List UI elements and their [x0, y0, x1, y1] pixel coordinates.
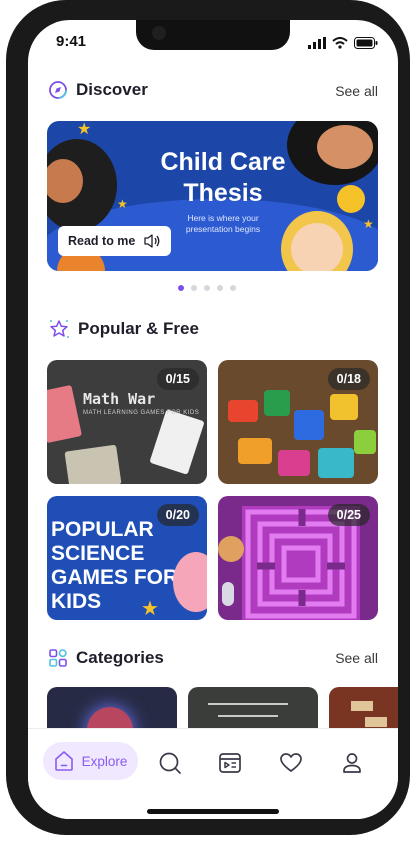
game-card-science[interactable]: POPULAR SCIENCE GAMES FOR KIDS ★ 0/20 [47, 496, 207, 620]
hero-banner[interactable]: ★ ★ ★ Child Care Thesis Here is where yo… [47, 121, 378, 271]
home-indicator [147, 809, 279, 814]
bottom-nav: Explore [28, 728, 398, 819]
game-card-puzzle[interactable]: 0/18 [218, 360, 378, 484]
heart-icon[interactable] [279, 751, 303, 775]
categories-see-all-link[interactable]: See all [335, 650, 378, 666]
carousel-dot[interactable] [178, 285, 184, 291]
discover-header: Discover [48, 80, 148, 100]
profile-icon[interactable] [340, 751, 364, 775]
signal-icon [308, 37, 326, 49]
notch [136, 20, 290, 50]
star-icon [50, 320, 69, 338]
app-screen: 9:41 Discover See all ★ ★ ★ Child Care T… [28, 20, 398, 819]
compass-icon [49, 81, 67, 99]
progress-badge: 0/25 [327, 504, 370, 526]
battery-icon [354, 37, 378, 49]
game-card-maze[interactable]: 0/25 [218, 496, 378, 620]
phone-frame: 9:41 Discover See all ★ ★ ★ Child Care T… [6, 0, 410, 835]
progress-badge: 0/15 [156, 368, 199, 390]
card-title: Math War [83, 390, 156, 408]
discover-see-all-link[interactable]: See all [335, 83, 378, 99]
discover-title: Discover [76, 80, 148, 99]
carousel-dot[interactable] [204, 285, 210, 291]
nav-explore-label: Explore [81, 753, 128, 769]
carousel-dots[interactable] [178, 285, 236, 291]
read-to-me-button[interactable]: Read to me [58, 226, 172, 256]
speaker-icon [144, 234, 160, 248]
categories-header: Categories [48, 648, 164, 668]
carousel-dot[interactable] [217, 285, 223, 291]
grid-icon [49, 649, 67, 667]
popular-header: Popular & Free [48, 318, 199, 340]
home-icon [54, 751, 73, 771]
card-title: POPULAR SCIENCE GAMES FOR KIDS [51, 518, 179, 613]
status-time: 9:41 [56, 33, 87, 50]
carousel-dot[interactable] [191, 285, 197, 291]
popular-title: Popular & Free [78, 319, 199, 338]
search-icon[interactable] [158, 751, 182, 775]
progress-badge: 0/18 [327, 368, 370, 390]
status-icons [308, 37, 378, 49]
slides-icon[interactable] [218, 751, 242, 775]
carousel-dot[interactable] [230, 285, 236, 291]
progress-badge: 0/20 [156, 504, 199, 526]
nav-explore-tab[interactable]: Explore [43, 742, 138, 780]
card-subtitle: MATH LEARNING GAMES FOR KIDS [83, 410, 200, 416]
categories-title: Categories [76, 648, 164, 667]
wifi-icon [332, 37, 348, 49]
read-to-me-label: Read to me [68, 234, 136, 248]
game-card-math-war[interactable]: Math War MATH LEARNING GAMES FOR KIDS 0/… [47, 360, 207, 484]
hero-title: Child Care Thesis [160, 148, 286, 207]
